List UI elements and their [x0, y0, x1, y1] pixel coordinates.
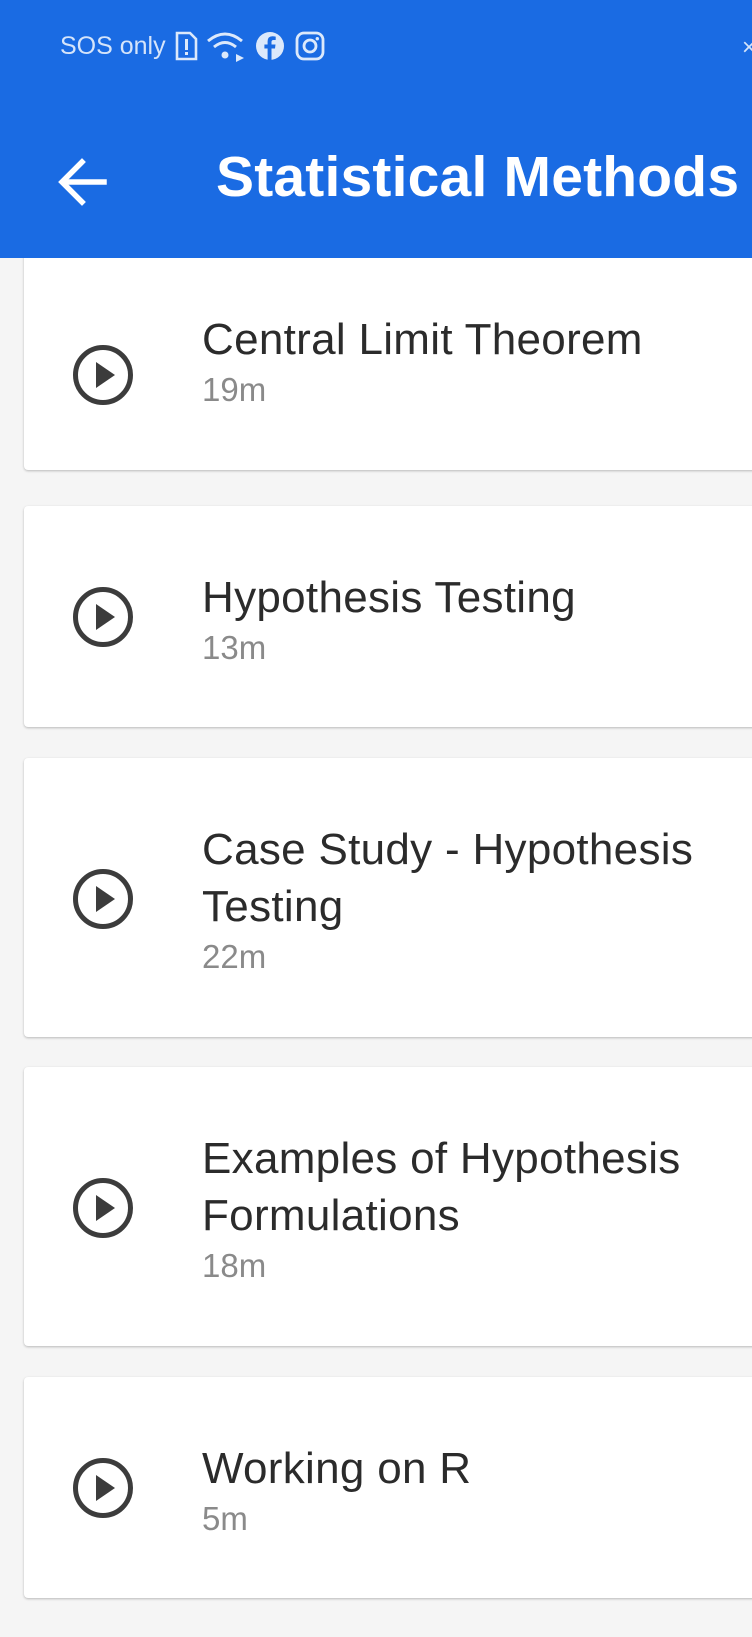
- sim-alert-icon: [174, 31, 198, 61]
- lesson-card[interactable]: Central Limit Theorem 19m: [24, 258, 752, 470]
- lesson-card[interactable]: Working on R 5m: [24, 1377, 752, 1598]
- lesson-text: Case Study - Hypothesis Testing 22m: [202, 821, 752, 977]
- lesson-title: Examples of Hypothesis Formulations: [202, 1134, 681, 1240]
- play-circle-icon[interactable]: [72, 344, 134, 406]
- lesson-duration: 5m: [202, 1500, 248, 1537]
- lesson-text: Working on R 5m: [202, 1440, 752, 1539]
- instagram-icon: [294, 30, 326, 62]
- facebook-icon: [254, 30, 286, 62]
- status-overflow-icon: ×: [742, 34, 752, 58]
- page-title: Statistical Methods: [216, 145, 740, 209]
- lesson-card[interactable]: Hypothesis Testing 13m: [24, 506, 752, 727]
- lesson-title: Case Study - Hypothesis Testing: [202, 825, 694, 931]
- lesson-text: Central Limit Theorem 19m: [202, 311, 752, 410]
- lesson-title: Working on R: [202, 1444, 472, 1493]
- lesson-title: Hypothesis Testing: [202, 573, 576, 622]
- lesson-duration: 22m: [202, 938, 267, 975]
- lesson-text: Hypothesis Testing 13m: [202, 569, 752, 668]
- play-circle-icon[interactable]: [72, 586, 134, 648]
- wifi-icon: [206, 30, 246, 62]
- lesson-duration: 18m: [202, 1247, 267, 1284]
- carrier-text: SOS only: [60, 31, 166, 60]
- play-circle-icon[interactable]: [72, 868, 134, 930]
- arrow-back-icon: [58, 158, 107, 206]
- toolbar: Statistical Methods: [0, 132, 752, 228]
- status-bar: SOS only: [60, 28, 326, 64]
- lesson-text: Examples of Hypothesis Formulations 18m: [202, 1130, 752, 1286]
- lesson-card[interactable]: Examples of Hypothesis Formulations 18m: [24, 1067, 752, 1346]
- play-circle-icon[interactable]: [72, 1457, 134, 1519]
- app-bar: SOS only × Statistical Methods: [0, 0, 752, 258]
- play-circle-icon[interactable]: [72, 1177, 134, 1239]
- lesson-duration: 19m: [202, 371, 267, 408]
- lesson-card[interactable]: Case Study - Hypothesis Testing 22m: [24, 758, 752, 1037]
- lesson-list[interactable]: Central Limit Theorem 19m Hypothesis Tes…: [0, 258, 752, 1637]
- lesson-title: Central Limit Theorem: [202, 315, 643, 364]
- lesson-duration: 13m: [202, 629, 267, 666]
- back-button[interactable]: [50, 150, 114, 214]
